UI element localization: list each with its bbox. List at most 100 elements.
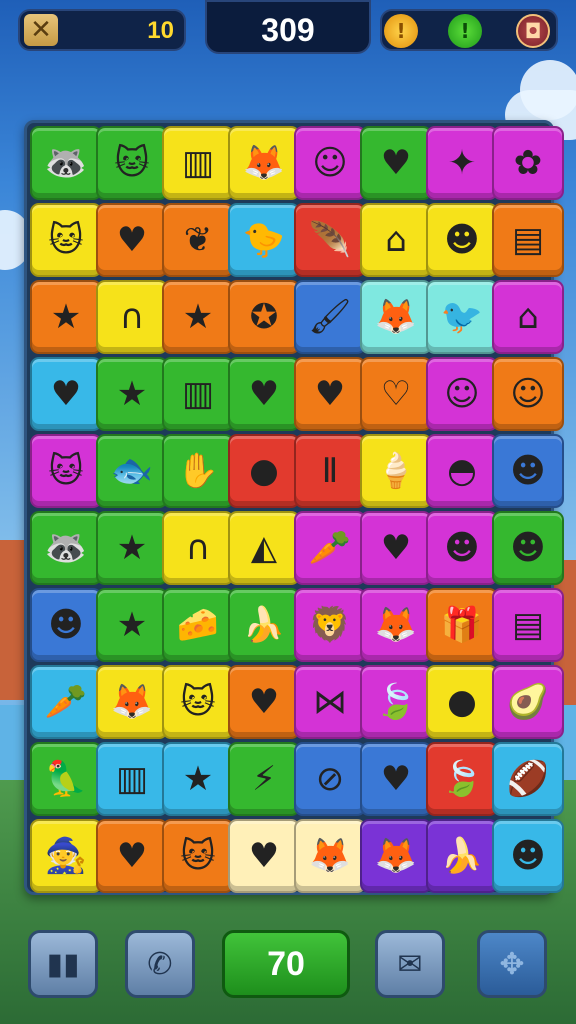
tile-striped-box[interactable]: ▥ (162, 357, 234, 431)
tile-wizard-face[interactable]: 🧙 (30, 819, 102, 893)
heart-icon: ♥ (116, 220, 148, 260)
tile-yellow-chick[interactable]: 🐤 (228, 203, 300, 277)
tile-fox-face[interactable]: 🦊 (360, 819, 432, 893)
cat-face-icon: 🐱 (48, 220, 84, 260)
notebook-icon: ▤ (511, 220, 545, 260)
tile-orange-bird[interactable]: 🐦 (426, 280, 498, 354)
tile-cheese[interactable]: 🧀 (162, 588, 234, 662)
tile-lightning[interactable]: ⚡ (228, 742, 300, 816)
crossed-tools-icon[interactable]: ✕ (24, 14, 58, 46)
tile-green-leaf[interactable]: 🍃 (426, 742, 498, 816)
tile-hat-face[interactable]: ☺ (426, 357, 498, 431)
tile-yellow-face[interactable]: ☻ (426, 511, 498, 585)
moves-counter-button[interactable]: 70 (222, 930, 350, 998)
tile-ghost-cat[interactable]: 🐱 (162, 819, 234, 893)
heart-icon: ♥ (50, 374, 82, 414)
tile-heart[interactable]: ♥ (96, 203, 168, 277)
tile-banana[interactable]: 🍌 (228, 588, 300, 662)
tile-gray-cat[interactable]: 🐱 (162, 665, 234, 739)
tile-orange-face[interactable]: ☻ (492, 511, 564, 585)
tile-fox-face[interactable]: 🦊 (360, 280, 432, 354)
tile-green-star[interactable]: ★ (162, 742, 234, 816)
tile-cat-face[interactable]: 🐱 (30, 434, 102, 508)
tile-fox-face[interactable]: 🦊 (96, 665, 168, 739)
lion-face-icon: 🦁 (308, 605, 352, 645)
blue-square-stars-icon: ✦ (447, 143, 477, 183)
tile-heart[interactable]: ♥ (96, 819, 168, 893)
tile-purple-blob[interactable]: ● (426, 665, 498, 739)
tile-star[interactable]: ★ (162, 280, 234, 354)
tile-bananas[interactable]: 🍌 (426, 819, 498, 893)
coin-icon[interactable]: ! (384, 14, 418, 48)
tile-heart[interactable]: ♥ (294, 357, 366, 431)
tile-heart[interactable]: ♥ (228, 357, 300, 431)
tile-heart[interactable]: ♥ (360, 742, 432, 816)
tile-purple-blob[interactable]: ● (228, 434, 300, 508)
tile-carrot[interactable]: 🥕 (30, 665, 102, 739)
tile-fox-face[interactable]: 🦊 (360, 588, 432, 662)
tile-paintbrush[interactable]: 🖌 (294, 280, 366, 354)
tile-red-face[interactable]: ☻ (426, 203, 498, 277)
tile-teal-house[interactable]: ⌂ (492, 280, 564, 354)
tile-striped-box[interactable]: ▥ (96, 742, 168, 816)
tile-raccoon-face[interactable]: 🦝 (30, 126, 102, 200)
tile-ninja-face[interactable]: ☺ (294, 126, 366, 200)
tile-hat-face[interactable]: ☺ (492, 357, 564, 431)
tile-feather[interactable]: 🪶 (294, 203, 366, 277)
tile-blue-star[interactable]: ✪ (228, 280, 300, 354)
top-hud: ✕ 10 309 ! ! ◘ (0, 0, 576, 60)
tile-cat-face[interactable]: 🐱 (96, 126, 168, 200)
chat-button[interactable]: ✉ (375, 930, 445, 998)
tile-yellow-bowtie[interactable]: ⋈ (294, 665, 366, 739)
fox-face-icon: 🦊 (308, 836, 352, 876)
hint-icon[interactable]: ! (448, 14, 482, 48)
tile-green-dome[interactable]: ◭ (228, 511, 300, 585)
tile-lion-face[interactable]: 🦁 (294, 588, 366, 662)
tile-red-cap[interactable]: ◓ (426, 434, 498, 508)
tile-red-face[interactable]: ☻ (30, 588, 102, 662)
settings-icon[interactable]: ◘ (516, 14, 550, 48)
tile-star[interactable]: ★ (30, 280, 102, 354)
tile-purple-star[interactable]: ★ (96, 588, 168, 662)
tile-flower[interactable]: ✿ (492, 126, 564, 200)
tile-raccoon-face[interactable]: 🦝 (30, 511, 102, 585)
tile-heart[interactable]: ♥ (360, 511, 432, 585)
tile-parrot[interactable]: 🦜 (30, 742, 102, 816)
tile-striped-box[interactable]: ▥ (162, 126, 234, 200)
call-button[interactable]: ✆ (125, 930, 195, 998)
tile-compass[interactable]: ⊘ (294, 742, 366, 816)
tile-fox-face[interactable]: 🦊 (228, 126, 300, 200)
tile-orange-hand[interactable]: ✋ (162, 434, 234, 508)
tile-fish[interactable]: 🐟 (96, 434, 168, 508)
stats-button[interactable]: ▮▮ (28, 930, 98, 998)
tile-heart[interactable]: ♥ (228, 665, 300, 739)
tile-football[interactable]: 🏈 (492, 742, 564, 816)
tile-notepad[interactable]: ▤ (492, 588, 564, 662)
tile-heart[interactable]: ♥ (360, 126, 432, 200)
tile-letters[interactable]: Ⅱ (294, 434, 366, 508)
tile-green-leaf[interactable]: 🍃 (360, 665, 432, 739)
map-button[interactable]: ✥ (477, 930, 547, 998)
tile-yellow-heart[interactable]: ♡ (360, 357, 432, 431)
tile-striped-arch[interactable]: ∩ (162, 511, 234, 585)
tile-notebook[interactable]: ▤ (492, 203, 564, 277)
tile-ice-cream[interactable]: 🍦 (360, 434, 432, 508)
tile-heart[interactable]: ♥ (228, 819, 300, 893)
bar-chart-icon: ▮▮ (46, 946, 80, 982)
tile-star[interactable]: ★ (96, 357, 168, 431)
tile-cat-face[interactable]: 🐱 (30, 203, 102, 277)
ghost-cat-icon: 🐱 (180, 836, 216, 876)
tile-heart[interactable]: ♥ (30, 357, 102, 431)
tile-pink-star[interactable]: ★ (96, 511, 168, 585)
tile-carrot[interactable]: 🥕 (294, 511, 366, 585)
tile-round-face[interactable]: ☻ (492, 434, 564, 508)
striped-arch-icon: ∩ (119, 297, 145, 337)
tile-blue-square-stars[interactable]: ✦ (426, 126, 498, 200)
tile-fox-face[interactable]: 🦊 (294, 819, 366, 893)
tile-gift-box[interactable]: 🎁 (426, 588, 498, 662)
tile-avocado[interactable]: 🥑 (492, 665, 564, 739)
tile-leaf-heart[interactable]: ❦ (162, 203, 234, 277)
tile-turban-face[interactable]: ☻ (492, 819, 564, 893)
tile-striped-arch[interactable]: ∩ (96, 280, 168, 354)
tile-teal-house[interactable]: ⌂ (360, 203, 432, 277)
